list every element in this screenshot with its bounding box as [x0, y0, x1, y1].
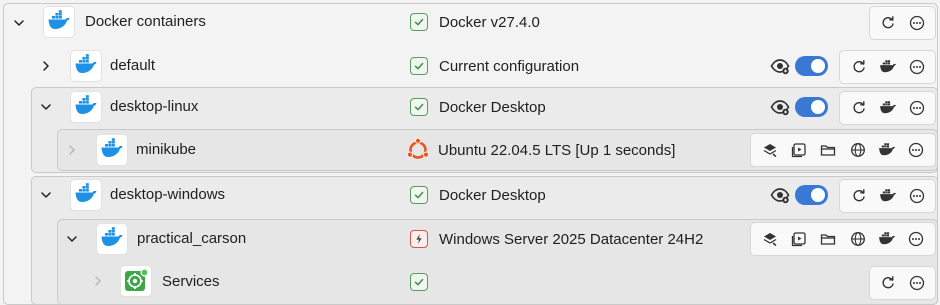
refresh-icon[interactable]: [874, 269, 903, 297]
desktop-linux-status-text: Docker Desktop: [439, 98, 546, 116]
check-icon: [410, 57, 428, 75]
check-icon: [410, 186, 428, 204]
practical-carson-status-text: Windows Server 2025 Datacenter 24H2: [439, 230, 704, 248]
desktop-windows-status-text: Docker Desktop: [439, 186, 546, 204]
desktop-windows-visibility-toggle[interactable]: [795, 185, 828, 205]
minikube-status-text: Ubuntu 22.04.5 LTS [Up 1 seconds]: [438, 141, 676, 159]
refresh-icon[interactable]: [844, 182, 873, 210]
check-icon: [410, 98, 428, 116]
default-status-text: Current configuration: [439, 57, 580, 75]
practical-carson-label: practical_carson: [137, 230, 247, 247]
desktop-linux-status: Docker Desktop: [410, 98, 546, 116]
default-context-label: default: [110, 57, 156, 74]
desktop-windows-status: Docker Desktop: [410, 186, 546, 204]
docker-whale-icon[interactable]: [873, 53, 902, 81]
eye-icon[interactable]: [770, 185, 790, 205]
chevron-down-icon[interactable]: [11, 15, 27, 31]
desktop-windows-actions: [839, 179, 936, 213]
chevron-down-icon[interactable]: [38, 187, 54, 203]
docker-whale-icon: [96, 223, 128, 255]
layers-icon[interactable]: [755, 136, 784, 164]
refresh-icon[interactable]: [844, 94, 873, 122]
ubuntu-logo-icon: [406, 138, 430, 162]
globe-icon[interactable]: [843, 136, 872, 164]
more-icon[interactable]: [902, 94, 931, 122]
docker-whale-icon: [70, 179, 102, 211]
default-context-status: Current configuration: [410, 57, 579, 75]
default-context-actions: [839, 50, 936, 84]
minikube-status: Ubuntu 22.04.5 LTS [Up 1 seconds]: [406, 138, 675, 162]
docker-version-text: Docker v27.4.0: [439, 13, 540, 31]
chevron-down-icon[interactable]: [64, 231, 80, 247]
docker-containers-status: Docker v27.4.0: [410, 13, 540, 31]
services-label: Services: [162, 273, 220, 290]
terminal-icon[interactable]: [784, 136, 813, 164]
chevron-down-icon[interactable]: [38, 99, 54, 115]
desktop-linux-visibility-toggle[interactable]: [795, 97, 828, 117]
more-icon[interactable]: [902, 136, 931, 164]
docker-containers-actions: [869, 6, 936, 40]
docker-whale-icon: [70, 91, 102, 123]
refresh-icon[interactable]: [874, 9, 903, 37]
check-icon: [410, 13, 428, 31]
refresh-icon[interactable]: [844, 53, 873, 81]
services-status: [410, 273, 439, 291]
folder-icon[interactable]: [814, 136, 843, 164]
default-visibility-toggle[interactable]: [795, 56, 828, 76]
practical-carson-status: Windows Server 2025 Datacenter 24H2: [410, 230, 703, 248]
chevron-right-icon[interactable]: [90, 273, 106, 289]
check-icon: [410, 273, 428, 291]
minikube-actions: [750, 133, 936, 167]
globe-icon[interactable]: [843, 225, 872, 253]
chevron-right-icon[interactable]: [38, 58, 54, 74]
lightning-icon: [410, 230, 428, 248]
docker-whale-icon[interactable]: [872, 136, 901, 164]
docker-whale-icon[interactable]: [873, 182, 902, 210]
practical-carson-actions: [750, 222, 936, 256]
chevron-right-icon[interactable]: [64, 142, 80, 158]
layers-icon[interactable]: [755, 225, 784, 253]
more-icon[interactable]: [902, 53, 931, 81]
more-icon[interactable]: [903, 269, 932, 297]
services-actions: [869, 266, 936, 300]
docker-whale-icon: [70, 50, 102, 82]
folder-icon[interactable]: [814, 225, 843, 253]
docker-whale-icon[interactable]: [873, 94, 902, 122]
docker-whale-icon: [43, 6, 75, 38]
desktop-windows-label: desktop-windows: [110, 186, 226, 203]
more-icon[interactable]: [902, 182, 931, 210]
services-icon: [120, 265, 152, 297]
terminal-icon[interactable]: [784, 225, 813, 253]
minikube-label: minikube: [136, 141, 197, 158]
eye-icon[interactable]: [770, 56, 790, 76]
more-icon[interactable]: [903, 9, 932, 37]
eye-icon[interactable]: [770, 97, 790, 117]
docker-containers-label: Docker containers: [85, 13, 206, 30]
docker-whale-icon: [96, 134, 128, 166]
desktop-linux-actions: [839, 91, 936, 125]
more-icon[interactable]: [902, 225, 931, 253]
docker-whale-icon[interactable]: [872, 225, 901, 253]
desktop-linux-label: desktop-linux: [110, 98, 199, 115]
